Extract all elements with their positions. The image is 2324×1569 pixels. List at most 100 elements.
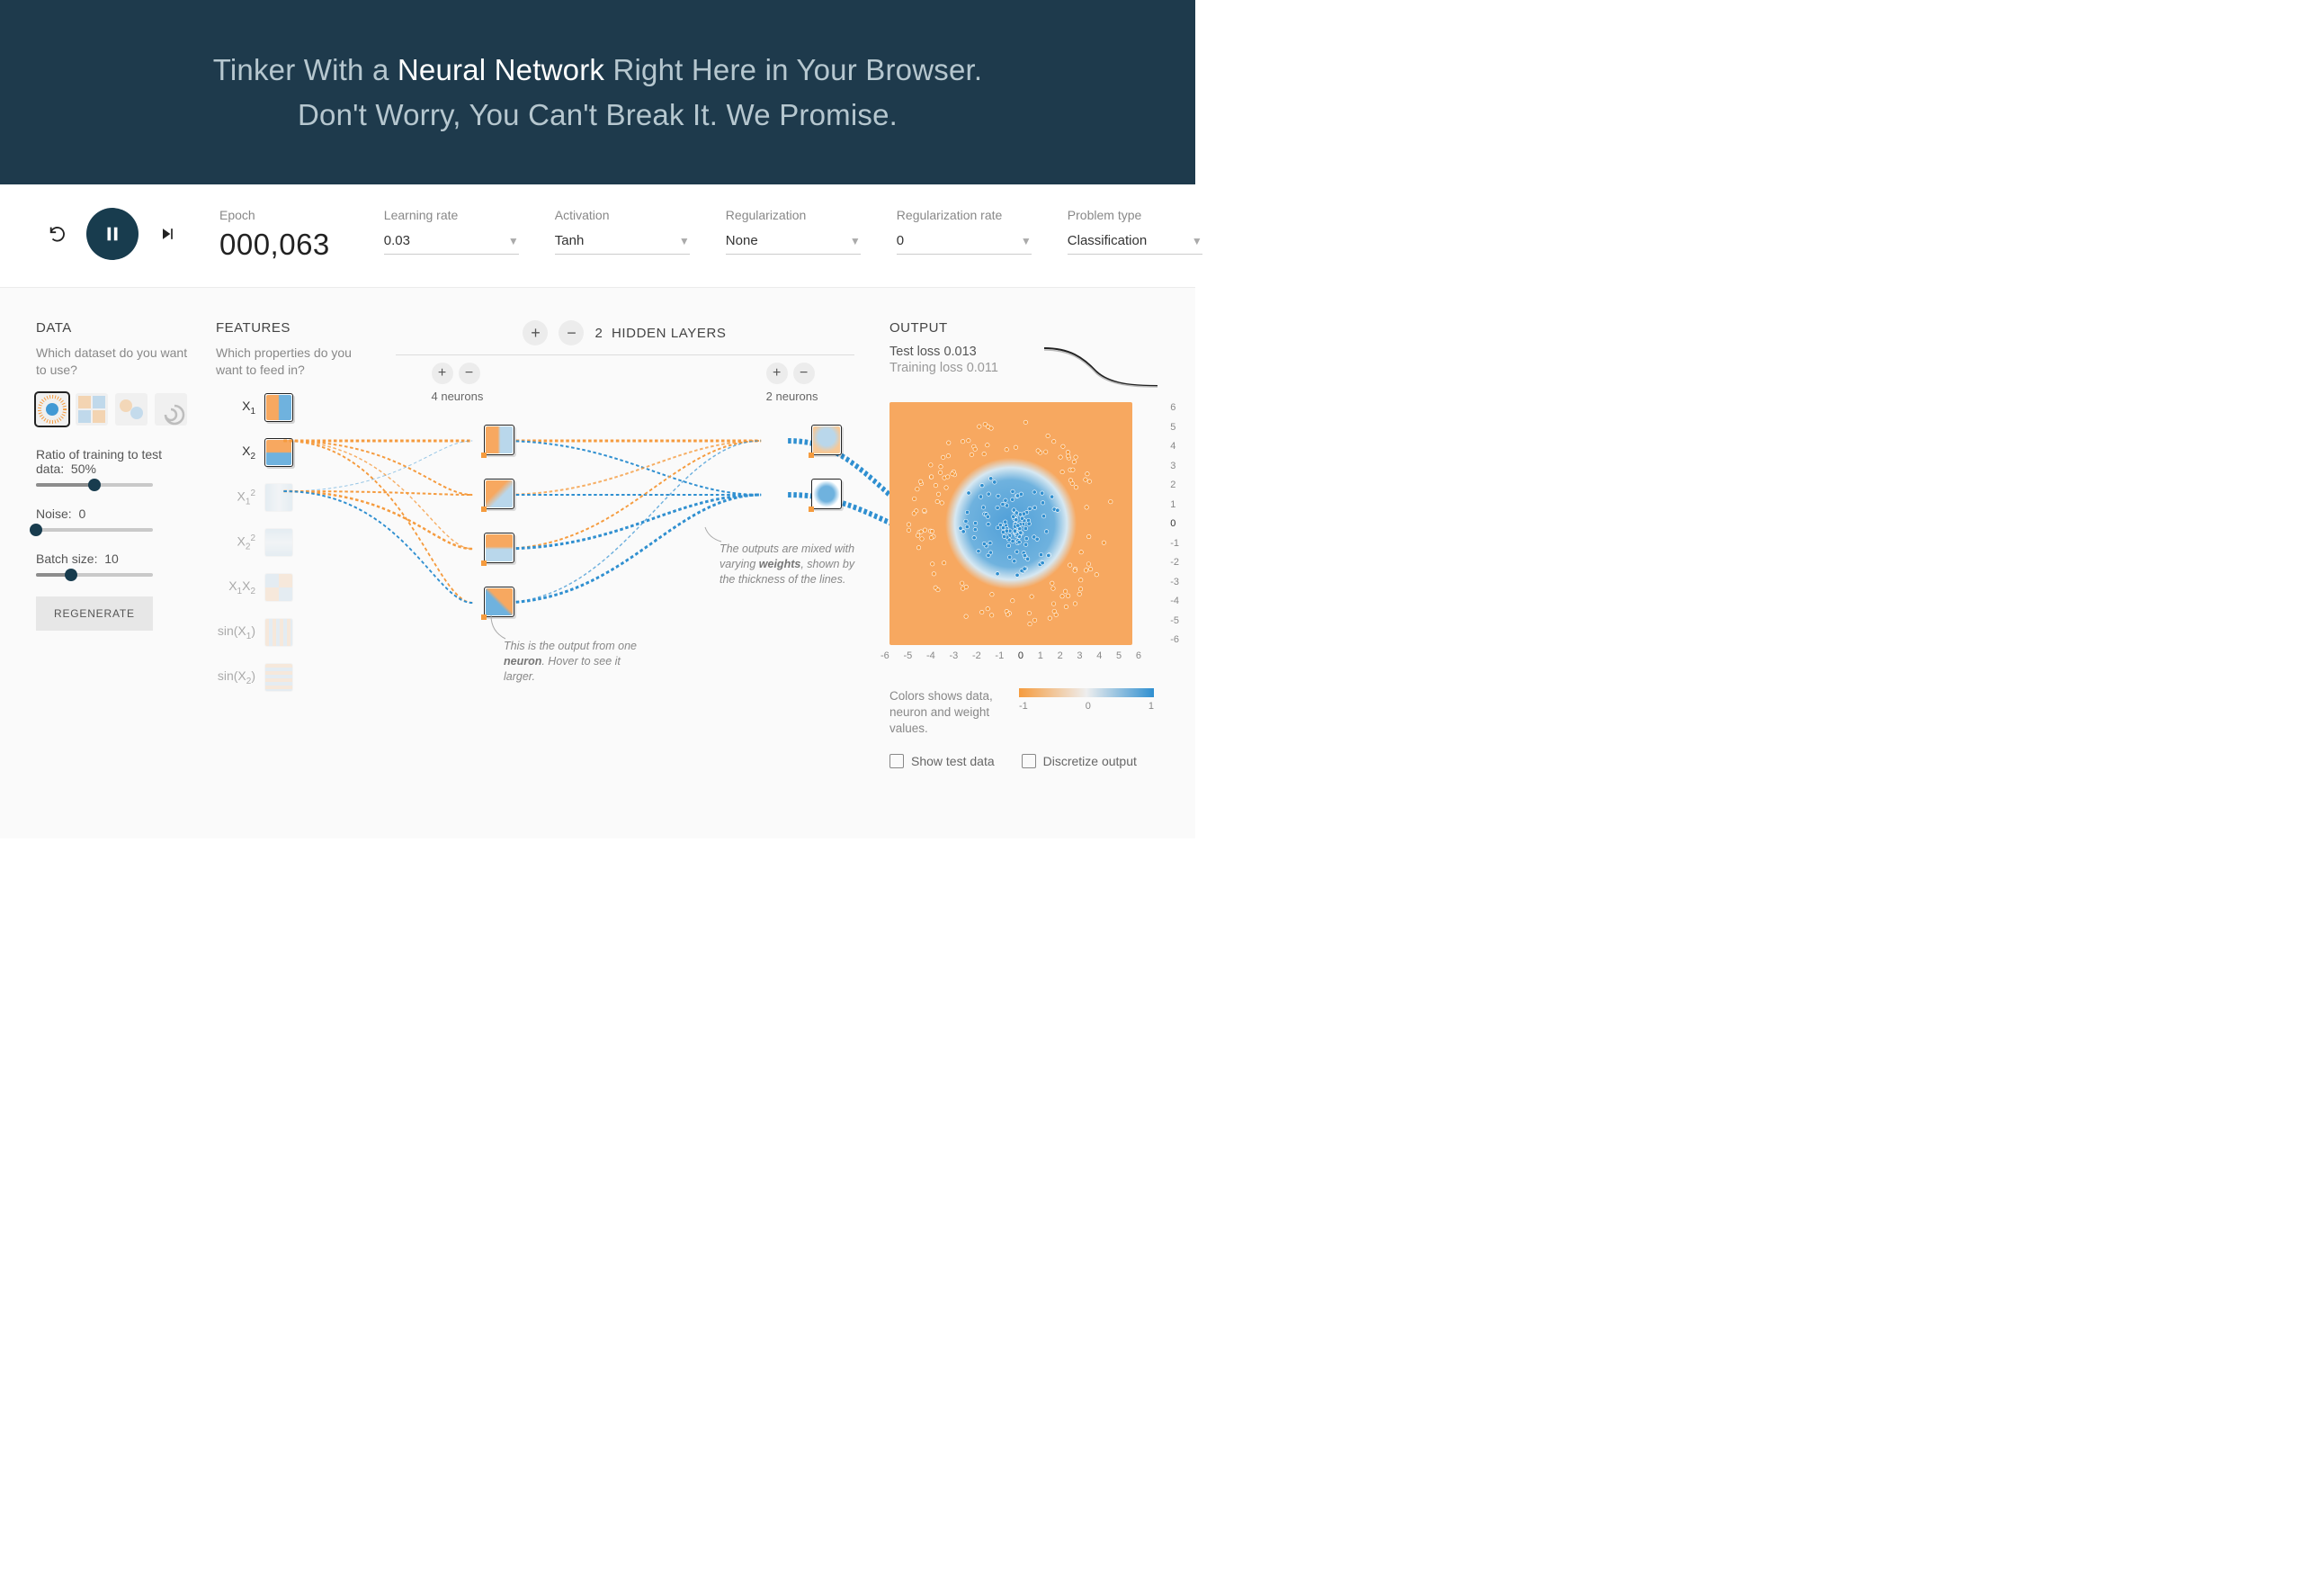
layer2-controls: + − bbox=[766, 363, 818, 384]
feature-node-sinx2[interactable] bbox=[264, 663, 293, 692]
chevron-down-icon: ▼ bbox=[850, 235, 861, 247]
problem-type-control: Problem type Classification ▼ bbox=[1068, 208, 1202, 255]
output-scatter bbox=[889, 402, 1132, 645]
data-subtitle: Which dataset do you want to use? bbox=[36, 345, 189, 379]
regenerate-button[interactable]: REGENERATE bbox=[36, 596, 153, 631]
network-column: + − 2 HIDDEN LAYERS + − 4 neurons + − 2 … bbox=[387, 320, 863, 820]
noise-slider-group: Noise: 0 bbox=[36, 507, 189, 532]
batch-slider-group: Batch size: 10 bbox=[36, 551, 189, 577]
layer1-remove-neuron[interactable]: − bbox=[459, 363, 480, 384]
regularization-rate-label: Regularization rate bbox=[897, 208, 1032, 222]
data-title: DATA bbox=[36, 320, 189, 336]
activation-select[interactable]: Tanh ▼ bbox=[555, 228, 690, 255]
play-pause-button[interactable] bbox=[86, 208, 139, 260]
feature-node-sinx1[interactable] bbox=[264, 618, 293, 647]
ratio-label: Ratio of training to test data: 50% bbox=[36, 447, 189, 476]
feature-label-sinx2: sin(X2) bbox=[216, 668, 255, 686]
dataset-gauss[interactable] bbox=[115, 393, 147, 426]
network-canvas: This is the output from one neuron. Hove… bbox=[387, 407, 863, 820]
dataset-spiral[interactable] bbox=[155, 393, 187, 426]
regularization-value: None bbox=[726, 233, 758, 248]
dataset-xor[interactable] bbox=[76, 393, 108, 426]
top-controls: Epoch 000,063 Learning rate 0.03 ▼ Activ… bbox=[0, 184, 1195, 288]
regularization-rate-select[interactable]: 0 ▼ bbox=[897, 228, 1032, 255]
feature-sinx2[interactable]: sin(X2) bbox=[216, 663, 360, 692]
reset-button[interactable] bbox=[41, 218, 74, 250]
feature-label-x1sq: X12 bbox=[216, 489, 255, 507]
layer1-neuron-3[interactable] bbox=[484, 533, 514, 563]
problem-type-label: Problem type bbox=[1068, 208, 1202, 222]
chevron-down-icon: ▼ bbox=[679, 235, 690, 247]
features-subtitle: Which properties do you want to feed in? bbox=[216, 345, 360, 379]
add-layer-button[interactable]: + bbox=[523, 320, 548, 345]
epoch-label: Epoch bbox=[219, 208, 330, 222]
train-loss: Training loss 0.011 bbox=[889, 361, 998, 375]
feature-node-x1x2[interactable] bbox=[264, 573, 293, 602]
activation-value: Tanh bbox=[555, 233, 585, 248]
layer2-neuron-2[interactable] bbox=[811, 479, 842, 509]
feature-node-x2[interactable] bbox=[264, 438, 293, 467]
show-test-checkbox[interactable]: Show test data bbox=[889, 754, 995, 768]
ratio-slider[interactable] bbox=[36, 483, 153, 487]
feature-label-x2sq: X22 bbox=[216, 533, 255, 551]
problem-type-value: Classification bbox=[1068, 233, 1147, 248]
feature-node-x1[interactable] bbox=[264, 393, 293, 422]
step-icon bbox=[158, 225, 176, 243]
reset-icon bbox=[48, 224, 67, 244]
hero-banner: Tinker With a Neural Network Right Here … bbox=[0, 0, 1195, 184]
feature-x2sq[interactable]: X22 bbox=[216, 528, 360, 557]
regularization-control: Regularization None ▼ bbox=[726, 208, 861, 255]
output-checks: Show test data Discretize output bbox=[889, 754, 1159, 768]
test-loss: Test loss 0.013 bbox=[889, 345, 998, 359]
weights-callout: The outputs are mixed with varying weigh… bbox=[720, 542, 863, 587]
noise-label: Noise: 0 bbox=[36, 507, 189, 521]
feature-x1sq[interactable]: X12 bbox=[216, 483, 360, 512]
hidden-layers-title: 2 HIDDEN LAYERS bbox=[594, 326, 726, 341]
data-column: DATA Which dataset do you want to use? R… bbox=[36, 320, 189, 820]
pause-icon bbox=[103, 224, 122, 244]
regularization-rate-control: Regularization rate 0 ▼ bbox=[897, 208, 1032, 255]
discretize-checkbox[interactable]: Discretize output bbox=[1022, 754, 1137, 768]
layer1-add-neuron[interactable]: + bbox=[432, 363, 453, 384]
feature-node-x1sq[interactable] bbox=[264, 483, 293, 512]
layer2-neuron-1[interactable] bbox=[811, 425, 842, 455]
hidden-layers-header: + − 2 HIDDEN LAYERS bbox=[387, 320, 863, 345]
layer1-neuron-4[interactable] bbox=[484, 587, 514, 617]
learning-rate-control: Learning rate 0.03 ▼ bbox=[384, 208, 519, 255]
output-plot[interactable] bbox=[889, 402, 1132, 645]
dataset-circle[interactable] bbox=[36, 393, 68, 426]
step-button[interactable] bbox=[151, 218, 183, 250]
hero-line1-pre: Tinker With a bbox=[213, 53, 398, 86]
output-plot-wrap: 6543210-1-2-3-4-5-6 -6-5-4-3-2-10123456 bbox=[889, 402, 1159, 661]
y-axis: 6543210-1-2-3-4-5-6 bbox=[1170, 402, 1179, 645]
hero-line2: Don't Worry, You Can't Break It. We Prom… bbox=[298, 98, 898, 131]
layer1-controls: + − bbox=[432, 363, 484, 384]
playback-group bbox=[41, 208, 183, 260]
layer1-neuron-2[interactable] bbox=[484, 479, 514, 509]
feature-node-x2sq[interactable] bbox=[264, 528, 293, 557]
feature-x1x2[interactable]: X1X2 bbox=[216, 573, 360, 602]
chevron-down-icon: ▼ bbox=[1021, 235, 1032, 247]
feature-x2[interactable]: X2 bbox=[216, 438, 360, 467]
feature-sinx1[interactable]: sin(X1) bbox=[216, 618, 360, 647]
activation-label: Activation bbox=[555, 208, 690, 222]
feature-x1[interactable]: X1 bbox=[216, 393, 360, 422]
batch-slider[interactable] bbox=[36, 573, 153, 577]
regularization-select[interactable]: None ▼ bbox=[726, 228, 861, 255]
learning-rate-select[interactable]: 0.03 ▼ bbox=[384, 228, 519, 255]
legend-text: Colors shows data, neuron and weight val… bbox=[889, 688, 1006, 738]
hero-line1-strong: Neural Network bbox=[398, 53, 604, 86]
layer2-remove-neuron[interactable]: − bbox=[793, 363, 815, 384]
output-title: OUTPUT bbox=[889, 320, 1159, 336]
problem-type-select[interactable]: Classification ▼ bbox=[1068, 228, 1202, 255]
loss-row: Test loss 0.013 Training loss 0.011 bbox=[889, 345, 1159, 390]
layer-controls-row: + − 4 neurons + − 2 neurons bbox=[432, 363, 818, 403]
neuron-callout: This is the output from one neuron. Hove… bbox=[504, 639, 648, 685]
hero-title: Tinker With a Neural Network Right Here … bbox=[213, 48, 983, 137]
layer2-add-neuron[interactable]: + bbox=[766, 363, 788, 384]
remove-layer-button[interactable]: − bbox=[559, 320, 584, 345]
features-column: FEATURES Which properties do you want to… bbox=[216, 320, 360, 820]
noise-slider[interactable] bbox=[36, 528, 153, 532]
layer1-neuron-1[interactable] bbox=[484, 425, 514, 455]
layer1-neuron-count: 4 neurons bbox=[432, 390, 484, 403]
